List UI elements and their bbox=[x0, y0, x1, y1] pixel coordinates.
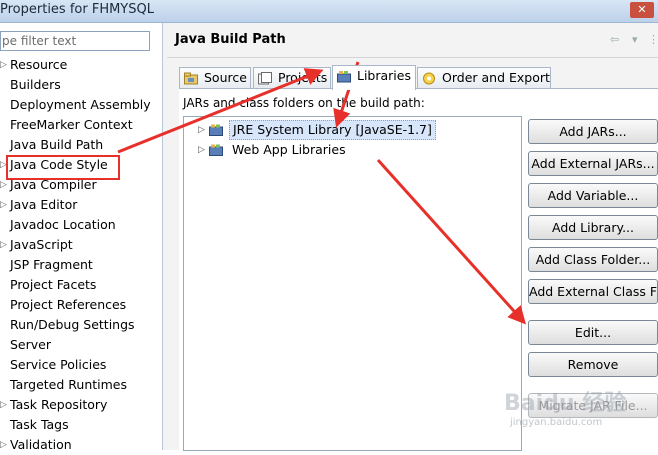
nav-item-label: Project Facets bbox=[10, 277, 97, 292]
add-library-button[interactable]: Add Library... bbox=[528, 215, 658, 240]
nav-item-builders[interactable]: Builders bbox=[0, 75, 160, 95]
nav-item-resource[interactable]: ▷ Resource bbox=[0, 55, 160, 75]
nav-item-label: Service Policies bbox=[10, 357, 107, 372]
nav-item-task-repository[interactable]: ▷ Task Repository bbox=[0, 395, 160, 415]
window-titlebar: Properties for FHMYSQL ✕ bbox=[0, 0, 658, 23]
properties-nav-list: ▷ Resource Builders Deployment Assembly F… bbox=[0, 55, 160, 455]
nav-item-java-build-path[interactable]: Java Build Path bbox=[0, 135, 160, 155]
expand-arrow-icon[interactable]: ▷ bbox=[198, 120, 205, 140]
expand-arrow-icon[interactable]: ▷ bbox=[0, 435, 8, 455]
nav-item-label: Task Repository bbox=[10, 397, 108, 412]
source-folder-icon bbox=[184, 72, 198, 85]
tree-item-label: Web App Libraries bbox=[232, 142, 346, 157]
nav-item-project-facets[interactable]: Project Facets bbox=[0, 275, 160, 295]
expand-arrow-icon[interactable]: ▷ bbox=[198, 140, 205, 160]
expand-arrow-icon[interactable]: ▷ bbox=[0, 195, 8, 215]
nav-item-label: Javadoc Location bbox=[10, 217, 116, 232]
remove-button[interactable]: Remove bbox=[528, 352, 658, 377]
nav-item-label: Validation bbox=[10, 437, 72, 452]
panel-label: JARs and class folders on the build path… bbox=[183, 96, 425, 110]
nav-item-label: Server bbox=[10, 337, 51, 352]
nav-item-label: Run/Debug Settings bbox=[10, 317, 135, 332]
tab-label: Order and Export bbox=[442, 70, 550, 85]
nav-item-label: Deployment Assembly bbox=[10, 97, 151, 112]
nav-item-deployment-assembly[interactable]: Deployment Assembly bbox=[0, 95, 160, 115]
page-nav-buttons: ⇦ ▾ ⋮ bbox=[610, 33, 658, 49]
build-path-tabs: Source Projects Libraries Order and Expo… bbox=[179, 65, 658, 90]
tab-label: Libraries bbox=[357, 68, 411, 83]
tab-label: Source bbox=[204, 70, 247, 85]
nav-item-label: Builders bbox=[10, 77, 61, 92]
nav-item-label: JSP Fragment bbox=[10, 257, 93, 272]
expand-arrow-icon[interactable]: ▷ bbox=[0, 395, 8, 415]
add-jars-button[interactable]: Add JARs... bbox=[528, 119, 658, 144]
tab-libraries[interactable]: Libraries bbox=[332, 65, 416, 90]
filter-input[interactable]: pe filter text bbox=[0, 31, 150, 51]
library-jar-icon bbox=[209, 144, 223, 156]
edit-button[interactable]: Edit... bbox=[528, 320, 658, 345]
more-icon[interactable]: ⋮ bbox=[648, 33, 658, 46]
migrate-jar-file-button[interactable]: Migrate JAR File... bbox=[528, 393, 658, 418]
tab-source[interactable]: Source bbox=[179, 67, 251, 89]
libraries-icon bbox=[337, 71, 351, 83]
tree-item-label: JRE System Library [JavaSE-1.7] bbox=[229, 120, 436, 140]
add-external-class-folder-button[interactable]: Add External Class Folder... bbox=[528, 279, 658, 304]
nav-item-jsp-fragment[interactable]: JSP Fragment bbox=[0, 255, 160, 275]
library-jar-icon bbox=[209, 124, 223, 136]
close-icon[interactable]: ✕ bbox=[630, 2, 654, 18]
nav-item-label: Targeted Runtimes bbox=[10, 377, 127, 392]
nav-item-service-policies[interactable]: Service Policies bbox=[0, 355, 160, 375]
expand-arrow-icon[interactable]: ▷ bbox=[0, 235, 8, 255]
nav-item-validation[interactable]: ▷ Validation bbox=[0, 435, 160, 455]
libraries-panel: JARs and class folders on the build path… bbox=[179, 88, 658, 451]
properties-nav-pane: pe filter text ▷ Resource Builders Deploy… bbox=[0, 23, 163, 452]
nav-item-server[interactable]: Server bbox=[0, 335, 160, 355]
nav-item-label: Java Build Path bbox=[10, 137, 104, 152]
expand-arrow-icon[interactable]: ▷ bbox=[0, 55, 8, 75]
add-variable-button[interactable]: Add Variable... bbox=[528, 183, 658, 208]
nav-item-targeted-runtimes[interactable]: Targeted Runtimes bbox=[0, 375, 160, 395]
annotation-highlight-box bbox=[6, 155, 120, 180]
dropdown-menu-icon[interactable]: ▾ bbox=[632, 33, 638, 46]
nav-item-java-editor[interactable]: ▷ Java Editor bbox=[0, 195, 160, 215]
nav-item-run-debug-settings[interactable]: Run/Debug Settings bbox=[0, 315, 160, 335]
title-divider bbox=[167, 57, 658, 58]
tab-order-and-export[interactable]: Order and Export bbox=[417, 67, 551, 89]
nav-item-label: FreeMarker Context bbox=[10, 117, 133, 132]
add-class-folder-button[interactable]: Add Class Folder... bbox=[528, 247, 658, 272]
property-page: Java Build Path ⇦ ▾ ⋮ Source Projects Li… bbox=[163, 23, 658, 451]
nav-item-label: Task Tags bbox=[10, 417, 69, 432]
library-tree[interactable]: ▷ JRE System Library [JavaSE-1.7] ▷ Web … bbox=[183, 116, 522, 451]
tab-label: Projects bbox=[278, 70, 328, 85]
nav-item-task-tags[interactable]: Task Tags bbox=[0, 415, 160, 435]
nav-item-label: JavaScript bbox=[10, 237, 73, 252]
tab-projects[interactable]: Projects bbox=[253, 67, 331, 89]
nav-item-label: Project References bbox=[10, 297, 127, 312]
back-arrow-icon[interactable]: ⇦ bbox=[610, 33, 619, 46]
nav-item-label: Resource bbox=[10, 57, 68, 72]
nav-item-freemarker-context[interactable]: FreeMarker Context bbox=[0, 115, 160, 135]
projects-icon bbox=[258, 72, 272, 85]
order-export-icon bbox=[423, 72, 435, 85]
page-title: Java Build Path bbox=[175, 32, 286, 47]
nav-item-javascript[interactable]: ▷ JavaScript bbox=[0, 235, 160, 255]
nav-item-label: Java Editor bbox=[10, 197, 78, 212]
window-title: Properties for FHMYSQL bbox=[0, 2, 154, 17]
nav-item-javadoc-location[interactable]: Javadoc Location bbox=[0, 215, 160, 235]
add-external-jars-button[interactable]: Add External JARs... bbox=[528, 151, 658, 176]
nav-item-project-references[interactable]: Project References bbox=[0, 295, 160, 315]
